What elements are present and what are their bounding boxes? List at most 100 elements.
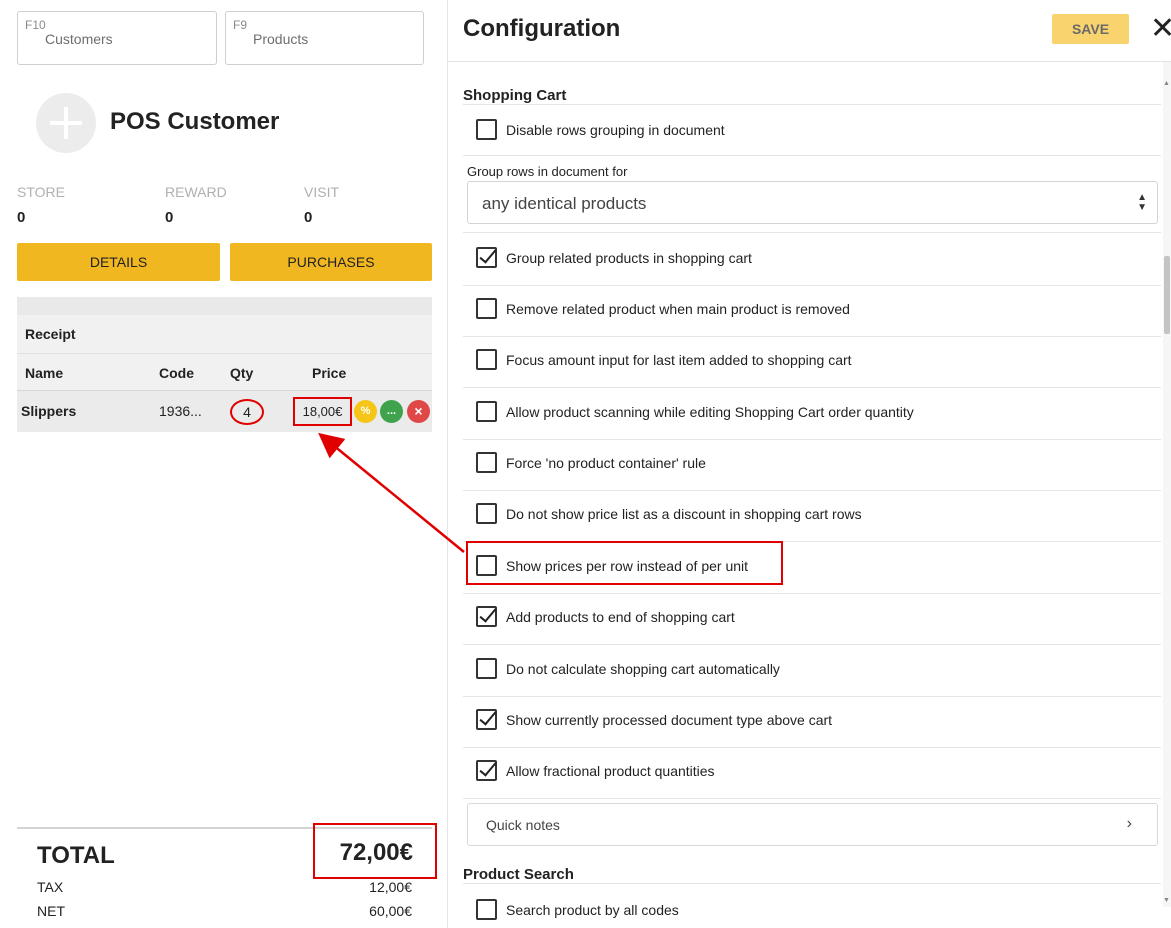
section-product-search: Product Search [463,866,574,883]
details-button[interactable]: DETAILS [17,243,220,281]
checkbox[interactable] [476,119,497,140]
item-qty[interactable]: 4 [230,399,264,425]
row-divider [463,644,1161,645]
option-label: Allow product scanning while editing Sho… [506,404,914,420]
option-label: Remove related product when main product… [506,301,850,317]
quick-notes-button[interactable]: Quick notes › [467,803,1158,846]
save-button[interactable]: SAVE [1052,14,1129,44]
checkbox[interactable] [476,503,497,524]
option-disable-grouping[interactable]: Disable rows grouping in document [463,119,1161,143]
option-row[interactable]: Allow fractional product quantities [463,760,1161,784]
page-title: Configuration [463,15,621,42]
option-label: Focus amount input for last item added t… [506,352,852,368]
visit-value: 0 [304,209,313,226]
shortcut-key: F10 [25,18,46,32]
checkbox[interactable] [476,247,497,268]
col-price: Price [312,365,347,381]
scroll-up-icon[interactable]: ▲ [1163,80,1170,87]
option-label: Do not show price list as a discount in … [506,506,862,522]
purchases-button[interactable]: PURCHASES [230,243,432,281]
products-shortcut-button[interactable]: F9 Products [225,11,424,65]
customer-panel: F10 Customers F9 Products POS Customer S… [0,0,447,928]
option-label: Add products to end of shopping cart [506,609,735,625]
tax-label: TAX [37,879,64,895]
checkbox[interactable] [476,349,497,370]
add-customer-icon[interactable] [36,93,96,153]
option-row[interactable]: Do not calculate shopping cart automatic… [463,658,1161,682]
option-label: Force 'no product container' rule [506,455,706,471]
select-arrows-icon: ▲ ▼ [1137,192,1147,213]
customers-shortcut-button[interactable]: F10 Customers [17,11,217,65]
shortcut-key: F9 [233,18,248,32]
tax-value: 12,00€ [369,879,412,895]
remove-item-button[interactable]: × [407,400,430,423]
option-label: Allow fractional product quantities [506,763,715,779]
col-qty: Qty [230,365,254,381]
shortcut-label: Customers [45,31,113,47]
row-divider [463,798,1161,799]
net-value: 60,00€ [369,903,412,919]
option-label: Show currently processed document type a… [506,712,833,728]
receipt-header: Name Code Qty Price [17,353,432,391]
group-rows-value: any identical products [482,194,647,213]
col-code: Code [159,365,194,381]
option-label: Group related products in shopping cart [506,250,752,266]
row-divider [463,490,1161,491]
scrollbar-thumb[interactable] [1164,256,1170,334]
more-options-button[interactable]: ... [380,400,403,423]
store-label: STORE [17,184,65,200]
net-label: NET [37,903,65,919]
option-row[interactable]: Allow product scanning while editing Sho… [463,401,1161,425]
reward-label: REWARD [165,184,227,200]
checkbox[interactable] [476,401,497,422]
row-divider [463,883,1161,884]
receipt-title: Receipt [17,315,432,353]
customer-name: POS Customer [110,108,280,135]
row-divider [463,387,1161,388]
option-row[interactable]: Group related products in shopping cart [463,247,1161,271]
close-icon[interactable]: ✕ [1150,13,1171,45]
reward-value: 0 [165,209,174,226]
checkbox[interactable] [476,658,497,679]
option-row[interactable]: Show currently processed document type a… [463,709,1161,733]
row-divider [463,439,1161,440]
row-divider [463,104,1161,105]
row-divider [463,155,1161,156]
checkbox[interactable] [476,298,497,319]
total-highlight-box [313,823,437,879]
checkbox[interactable] [476,899,497,920]
checkbox[interactable] [476,760,497,781]
shortcut-label: Products [253,31,309,47]
option-label: Do not calculate shopping cart automatic… [506,661,780,677]
checkbox[interactable] [476,452,497,473]
quick-notes-label: Quick notes [486,817,560,833]
receipt-top-bar [17,297,432,315]
section-shopping-cart: Shopping Cart [463,87,567,104]
checkbox[interactable] [476,606,497,627]
scroll-down-icon[interactable]: ▼ [1163,897,1170,904]
group-rows-label: Group rows in document for [467,164,628,179]
item-price[interactable]: 18,00€ [293,397,352,426]
row-divider [463,696,1161,697]
checkbox[interactable] [476,709,497,730]
total-label: TOTAL [37,842,115,869]
discount-button[interactable]: % [354,400,377,423]
option-label: Disable rows grouping in document [506,122,725,138]
option-search-all-codes[interactable]: Search product by all codes [463,899,1161,923]
option-row[interactable]: Focus amount input for last item added t… [463,349,1161,373]
option-label: Search product by all codes [506,902,679,918]
group-rows-select[interactable]: any identical products ▲ ▼ [467,181,1158,224]
visit-label: VISIT [304,184,340,200]
option-row[interactable]: Do not show price list as a discount in … [463,503,1161,527]
store-value: 0 [17,209,26,226]
scrollbar-track[interactable] [1163,62,1171,907]
chevron-right-icon: › [1126,815,1132,832]
option-row[interactable]: Force 'no product container' rule [463,452,1161,476]
col-name: Name [25,365,64,381]
option-row[interactable]: Remove related product when main product… [463,298,1161,322]
row-divider [463,232,1161,233]
highlight-box [466,541,783,585]
option-row[interactable]: Add products to end of shopping cart [463,606,1161,630]
item-code: 1936... [159,403,202,419]
table-row[interactable]: Slippers 1936... 4 18,00€ % ... × [17,391,432,432]
